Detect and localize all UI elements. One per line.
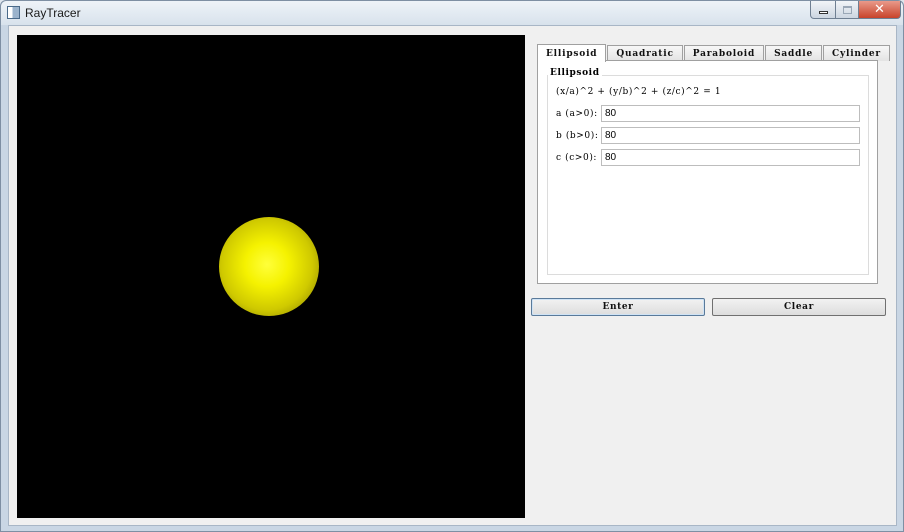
ellipsoid-formula: (x/a)^2 + (y/b)^2 + (z/c)^2 = 1: [556, 87, 722, 97]
param-a-input[interactable]: [601, 105, 860, 122]
ellipsoid-tab-panel: Ellipsoid (x/a)^2 + (y/b)^2 + (z/c)^2 = …: [537, 60, 878, 284]
title-bar[interactable]: RayTracer: [1, 1, 903, 25]
minimize-icon: [818, 11, 828, 14]
clear-button[interactable]: Clear: [712, 298, 886, 316]
param-b-input[interactable]: [601, 127, 860, 144]
tab-paraboloid[interactable]: Paraboloid: [683, 45, 765, 61]
param-c-input[interactable]: [601, 149, 860, 166]
group-title: Ellipsoid: [548, 68, 602, 78]
tab-saddle[interactable]: Saddle: [765, 45, 822, 61]
tab-quadratic[interactable]: Quadratic: [607, 45, 683, 61]
app-window-icon: [7, 6, 20, 19]
close-button[interactable]: ✕: [858, 1, 901, 19]
param-c-label: c (c>0):: [556, 153, 598, 163]
shape-tab-bar: Ellipsoid Quadratic Paraboloid Saddle Cy…: [537, 43, 891, 62]
close-icon: ✕: [874, 2, 885, 17]
minimize-button[interactable]: [810, 1, 836, 19]
enter-button[interactable]: Enter: [531, 298, 705, 316]
param-a-label: a (a>0):: [556, 109, 598, 119]
render-view: [17, 35, 525, 518]
app-window: RayTracer ✕ Ellipsoid Quadratic Parabolo…: [0, 0, 904, 532]
window-title: RayTracer: [25, 6, 81, 20]
maximize-icon: [842, 5, 852, 14]
tab-ellipsoid[interactable]: Ellipsoid: [537, 44, 607, 62]
rendered-sphere: [219, 217, 319, 316]
tab-cylinder[interactable]: Cylinder: [823, 45, 890, 61]
client-area: Ellipsoid Quadratic Paraboloid Saddle Cy…: [8, 25, 897, 526]
maximize-button[interactable]: [835, 1, 859, 19]
param-b-label: b (b>0):: [556, 131, 599, 141]
